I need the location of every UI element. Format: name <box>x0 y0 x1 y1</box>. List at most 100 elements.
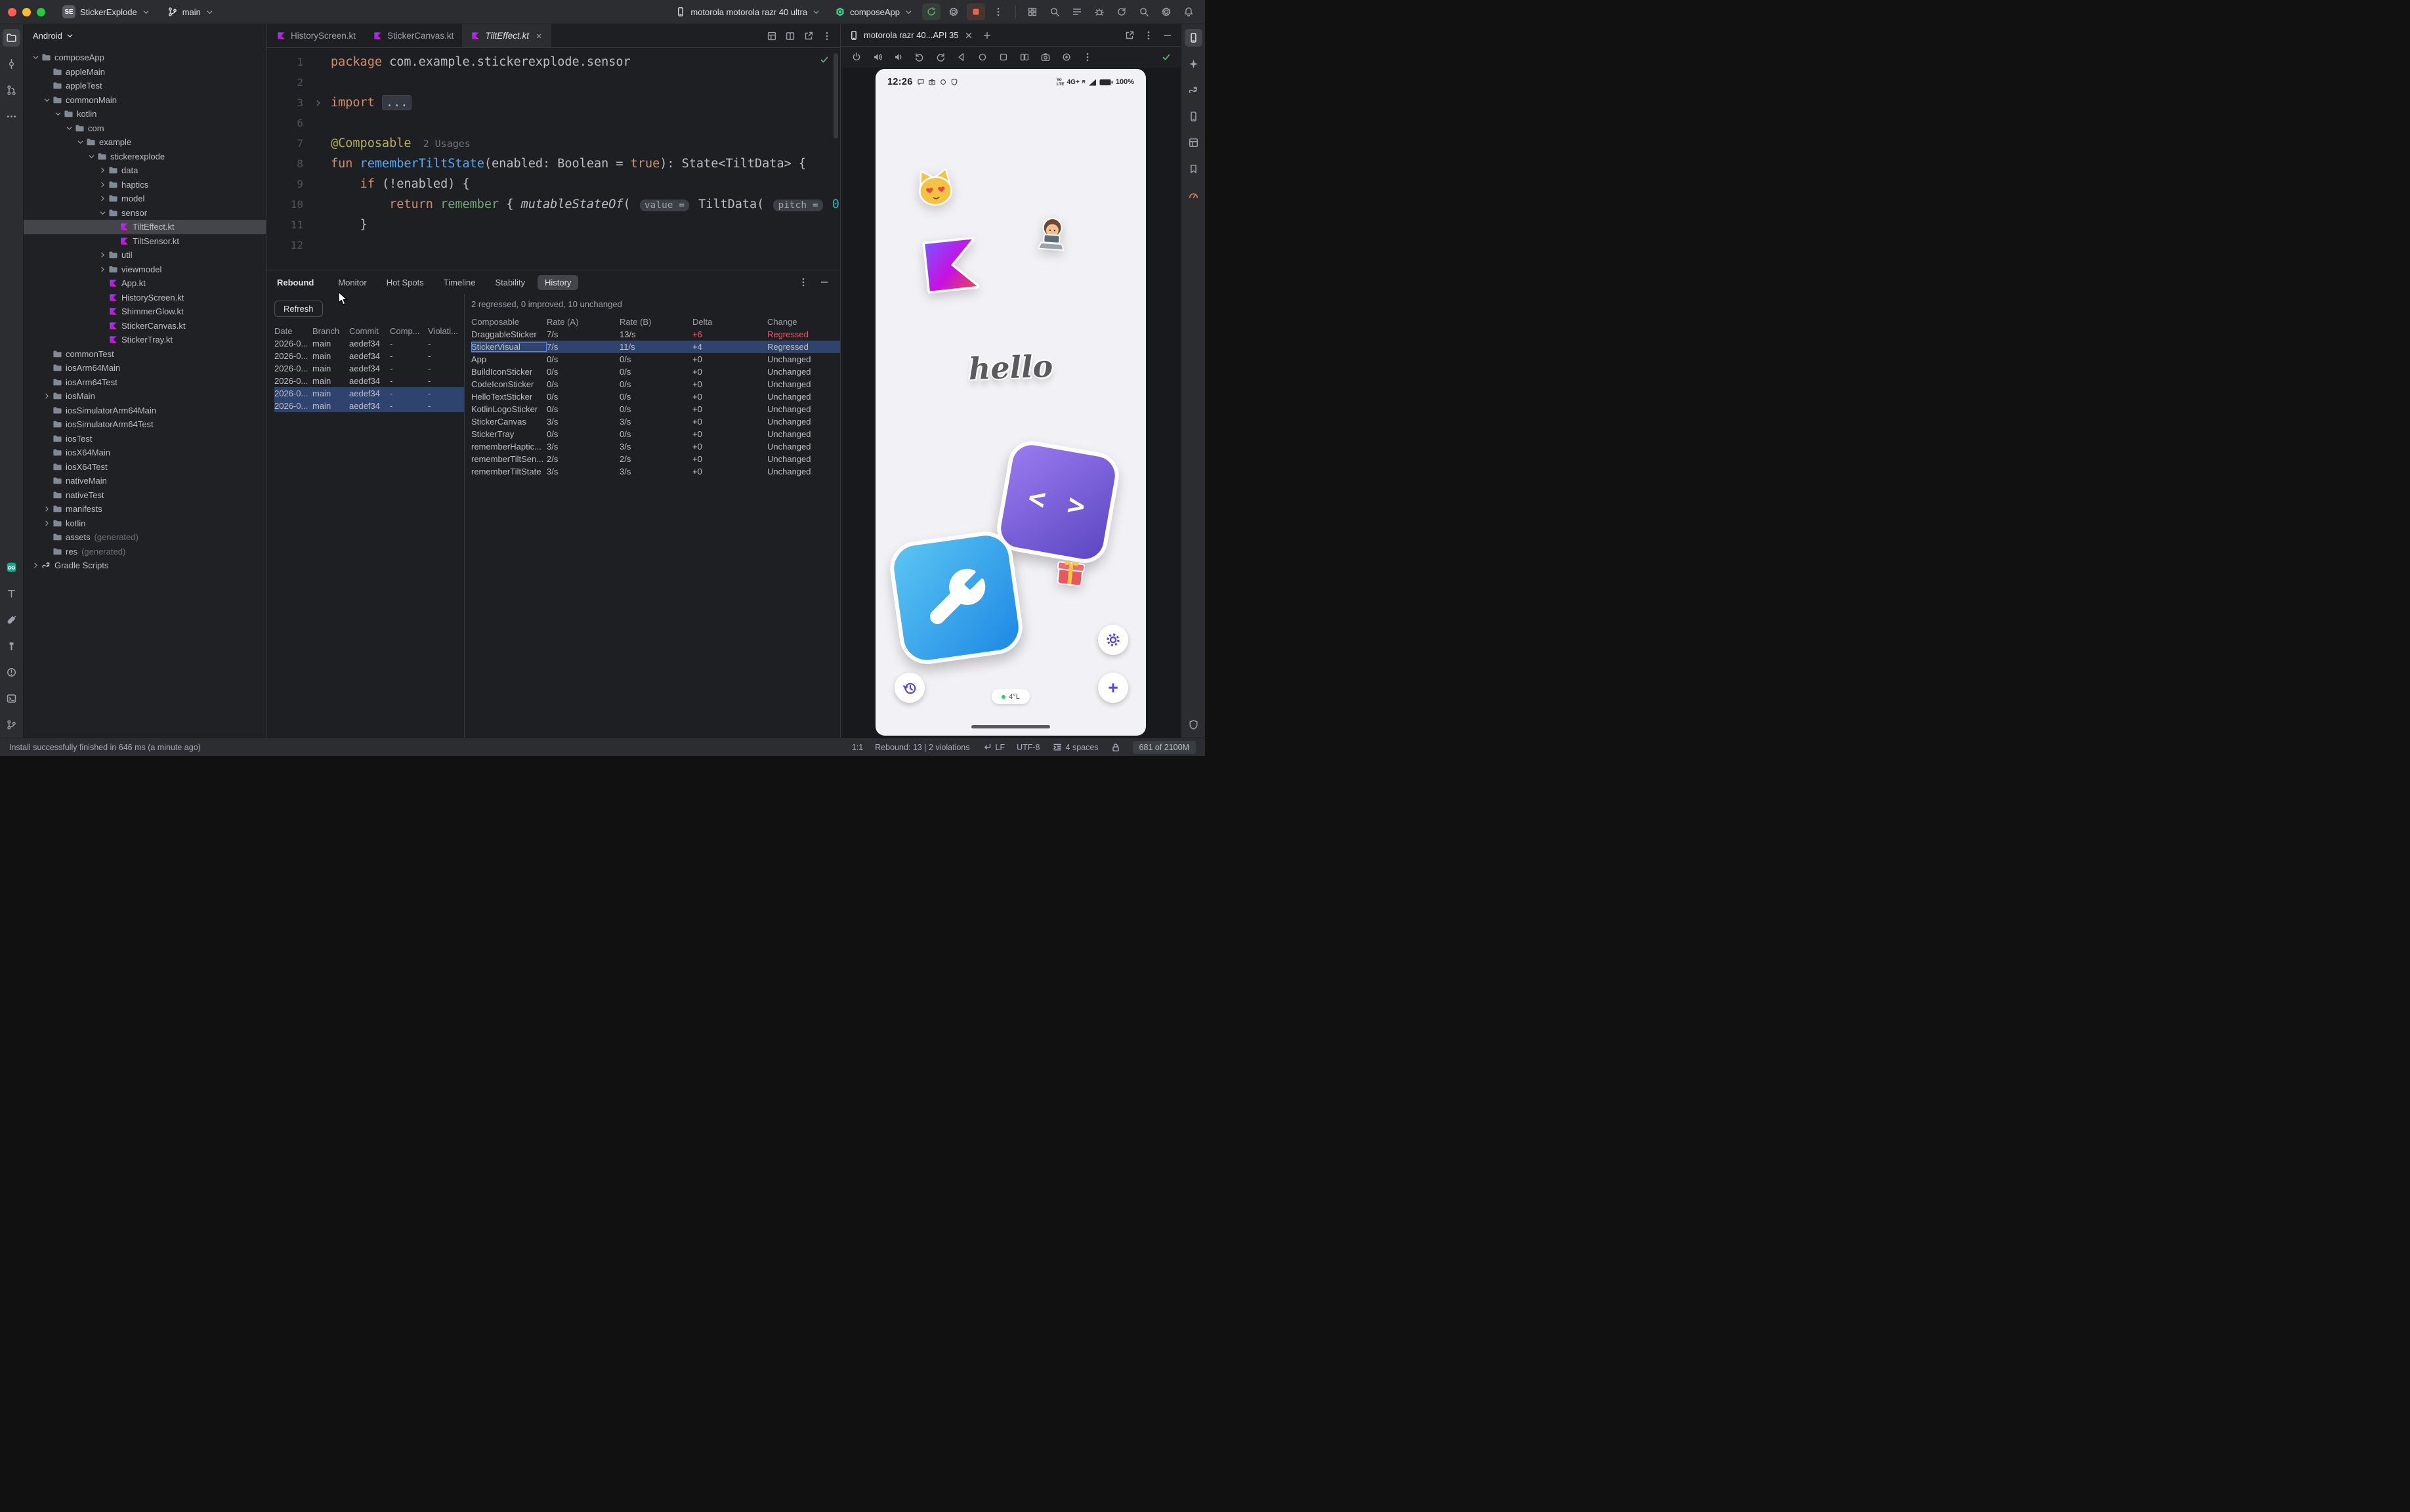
technologist-emoji-sticker[interactable] <box>1034 215 1070 252</box>
runs-table-row[interactable]: 2026-0... main aedef34- - <box>274 375 464 387</box>
tree-item-iostest[interactable]: iosTest <box>24 432 266 446</box>
readonly-lock-icon[interactable] <box>1110 742 1121 753</box>
editor-tab-tilteffect-kt[interactable]: TiltEffect.kt <box>462 24 551 47</box>
tree-item-historyscreen-kt[interactable]: HistoryScreen.kt <box>24 291 266 305</box>
results-table-row[interactable]: rememberHaptic... 3/s 3/s +0 Unchanged <box>471 440 840 453</box>
project-selector[interactable]: SE StickerExplode <box>57 3 156 21</box>
code-inspect-icon[interactable] <box>1046 3 1063 20</box>
results-table-row[interactable]: App 0/s 0/s +0 Unchanged <box>471 353 840 366</box>
tree-item-nativemain[interactable]: nativeMain <box>24 474 266 488</box>
fold-marker-icon[interactable] <box>314 98 331 108</box>
settings-fab[interactable] <box>1098 625 1128 655</box>
code-line[interactable]: 7 @Composable 2 Usages <box>266 133 840 154</box>
tree-item-app-kt[interactable]: App.kt <box>24 276 266 291</box>
code-line[interactable]: 6 <box>266 113 840 133</box>
editor-more-icon[interactable] <box>822 31 832 41</box>
pull-requests-icon[interactable] <box>3 81 20 99</box>
tree-item-iosmain[interactable]: iosMain <box>24 389 266 404</box>
tree-item-viewmodel[interactable]: viewmodel <box>24 262 266 277</box>
settings-icon[interactable] <box>1158 3 1175 20</box>
tree-item-haptics[interactable]: haptics <box>24 178 266 192</box>
tree-item-kotlin[interactable]: kotlin <box>24 107 266 121</box>
problems-icon[interactable] <box>3 663 20 681</box>
build-icon[interactable] <box>3 637 20 655</box>
code-line[interactable]: 2 <box>266 72 840 93</box>
results-table-row[interactable]: DraggableSticker 7/s 13/s +6 Regressed <box>471 328 840 341</box>
minimize-window-button[interactable] <box>22 7 31 16</box>
todo-icon[interactable] <box>3 585 20 602</box>
tree-item-nativetest[interactable]: nativeTest <box>24 488 266 503</box>
resource-manager-icon[interactable] <box>3 611 20 629</box>
bookmarks-icon[interactable] <box>1185 160 1202 178</box>
chevron-right-icon[interactable] <box>41 519 53 528</box>
navigation-handle[interactable] <box>971 725 1050 728</box>
editor-layout-icon[interactable] <box>767 31 777 41</box>
chevron-right-icon[interactable] <box>97 251 108 259</box>
results-table-row[interactable]: CodeIconSticker 0/s 0/s +0 Unchanged <box>471 378 840 390</box>
results-table-row[interactable]: KotlinLogoSticker 0/s 0/s +0 Unchanged <box>471 403 840 415</box>
commit-icon[interactable] <box>3 55 20 73</box>
rotate-right-icon[interactable] <box>934 51 947 64</box>
tree-item-iossimulatorarm64main[interactable]: iosSimulatorArm64Main <box>24 404 266 418</box>
panel-options-icon[interactable] <box>1143 30 1154 41</box>
rebound-tab-history[interactable]: History <box>537 274 579 290</box>
results-table-row[interactable]: rememberTiltSen... 2/s 2/s +0 Unchanged <box>471 453 840 465</box>
tree-item-assets[interactable]: assets (generated) <box>24 530 266 545</box>
tree-item-tiltsensor-kt[interactable]: TiltSensor.kt <box>24 234 266 249</box>
chevron-down-icon[interactable] <box>75 138 86 146</box>
rebound-tab-hot-spots[interactable]: Hot Spots <box>379 275 431 290</box>
results-table-row[interactable]: StickerTray 0/s 0/s +0 Unchanged <box>471 428 840 440</box>
close-tab-icon[interactable] <box>535 32 543 40</box>
tree-item-res[interactable]: res (generated) <box>24 545 266 559</box>
open-in-window-icon[interactable] <box>803 31 814 41</box>
fold-icon[interactable] <box>1018 51 1031 64</box>
tree-item-iosarm64test[interactable]: iosArm64Test <box>24 375 266 390</box>
running-devices-icon[interactable] <box>1184 29 1202 47</box>
volume-up-icon[interactable] <box>871 51 884 64</box>
todo-list-icon[interactable] <box>1068 3 1086 20</box>
code-bracket-sticker[interactable]: < > <box>993 437 1123 567</box>
home-icon[interactable] <box>976 51 989 64</box>
tree-item-stickercanvas-kt[interactable]: StickerCanvas.kt <box>24 319 266 333</box>
code-line[interactable]: 8 fun rememberTiltState(enabled: Boolean … <box>266 154 840 174</box>
split-editor-icon[interactable] <box>785 31 795 41</box>
compose-preview-icon[interactable] <box>3 558 20 576</box>
profiler-icon[interactable] <box>1185 186 1202 204</box>
ai-assistant-icon[interactable] <box>1185 55 1202 73</box>
run-configuration-selector[interactable]: composeApp <box>830 4 918 20</box>
run-settings-icon[interactable] <box>944 3 963 20</box>
tree-item-applemain[interactable]: appleMain <box>24 65 266 79</box>
minimize-panel-icon[interactable] <box>819 277 830 287</box>
tree-item-iosarm64main[interactable]: iosArm64Main <box>24 361 266 375</box>
code-editor[interactable]: 1 package com.example.stickerexplode.sens… <box>266 48 840 270</box>
panel-options-icon[interactable] <box>798 277 809 287</box>
notifications-icon[interactable] <box>1180 3 1197 20</box>
branch-selector[interactable]: main <box>162 4 219 20</box>
chevron-right-icon[interactable] <box>97 194 108 203</box>
project-icon[interactable] <box>3 29 20 47</box>
rebound-tab-monitor[interactable]: Monitor <box>331 275 373 290</box>
tree-item-stickertray-kt[interactable]: StickerTray.kt <box>24 333 266 347</box>
tree-item-iossimulatorarm64test[interactable]: iosSimulatorArm64Test <box>24 417 266 432</box>
more-icon[interactable] <box>3 108 20 125</box>
bug-report-icon[interactable] <box>1091 3 1108 20</box>
chevron-down-icon[interactable] <box>64 124 75 133</box>
tree-item-composeapp[interactable]: composeApp <box>24 51 266 65</box>
code-line[interactable]: 11 } <box>266 215 840 235</box>
kotlin-logo-sticker[interactable] <box>922 238 980 294</box>
rerun-button[interactable] <box>922 3 941 20</box>
terminal-icon[interactable] <box>3 690 20 707</box>
tree-item-commontest[interactable]: commonTest <box>24 347 266 362</box>
code-line[interactable]: 12 <box>266 235 840 255</box>
chevron-down-icon[interactable] <box>30 53 41 62</box>
play-protect-icon[interactable] <box>1185 716 1202 734</box>
runs-table-row[interactable]: 2026-0... main aedef34- - <box>274 350 464 362</box>
gradle-icon[interactable] <box>1185 81 1202 99</box>
results-column-header[interactable]: Rate (B) <box>620 317 692 327</box>
add-sticker-fab[interactable]: + <box>1098 673 1128 703</box>
layout-inspector-icon[interactable] <box>1185 134 1202 152</box>
chevron-down-icon[interactable] <box>86 152 97 161</box>
close-window-button[interactable] <box>8 7 16 16</box>
tree-item-model[interactable]: model <box>24 192 266 206</box>
runs-column-header[interactable]: Violati... <box>428 326 464 336</box>
